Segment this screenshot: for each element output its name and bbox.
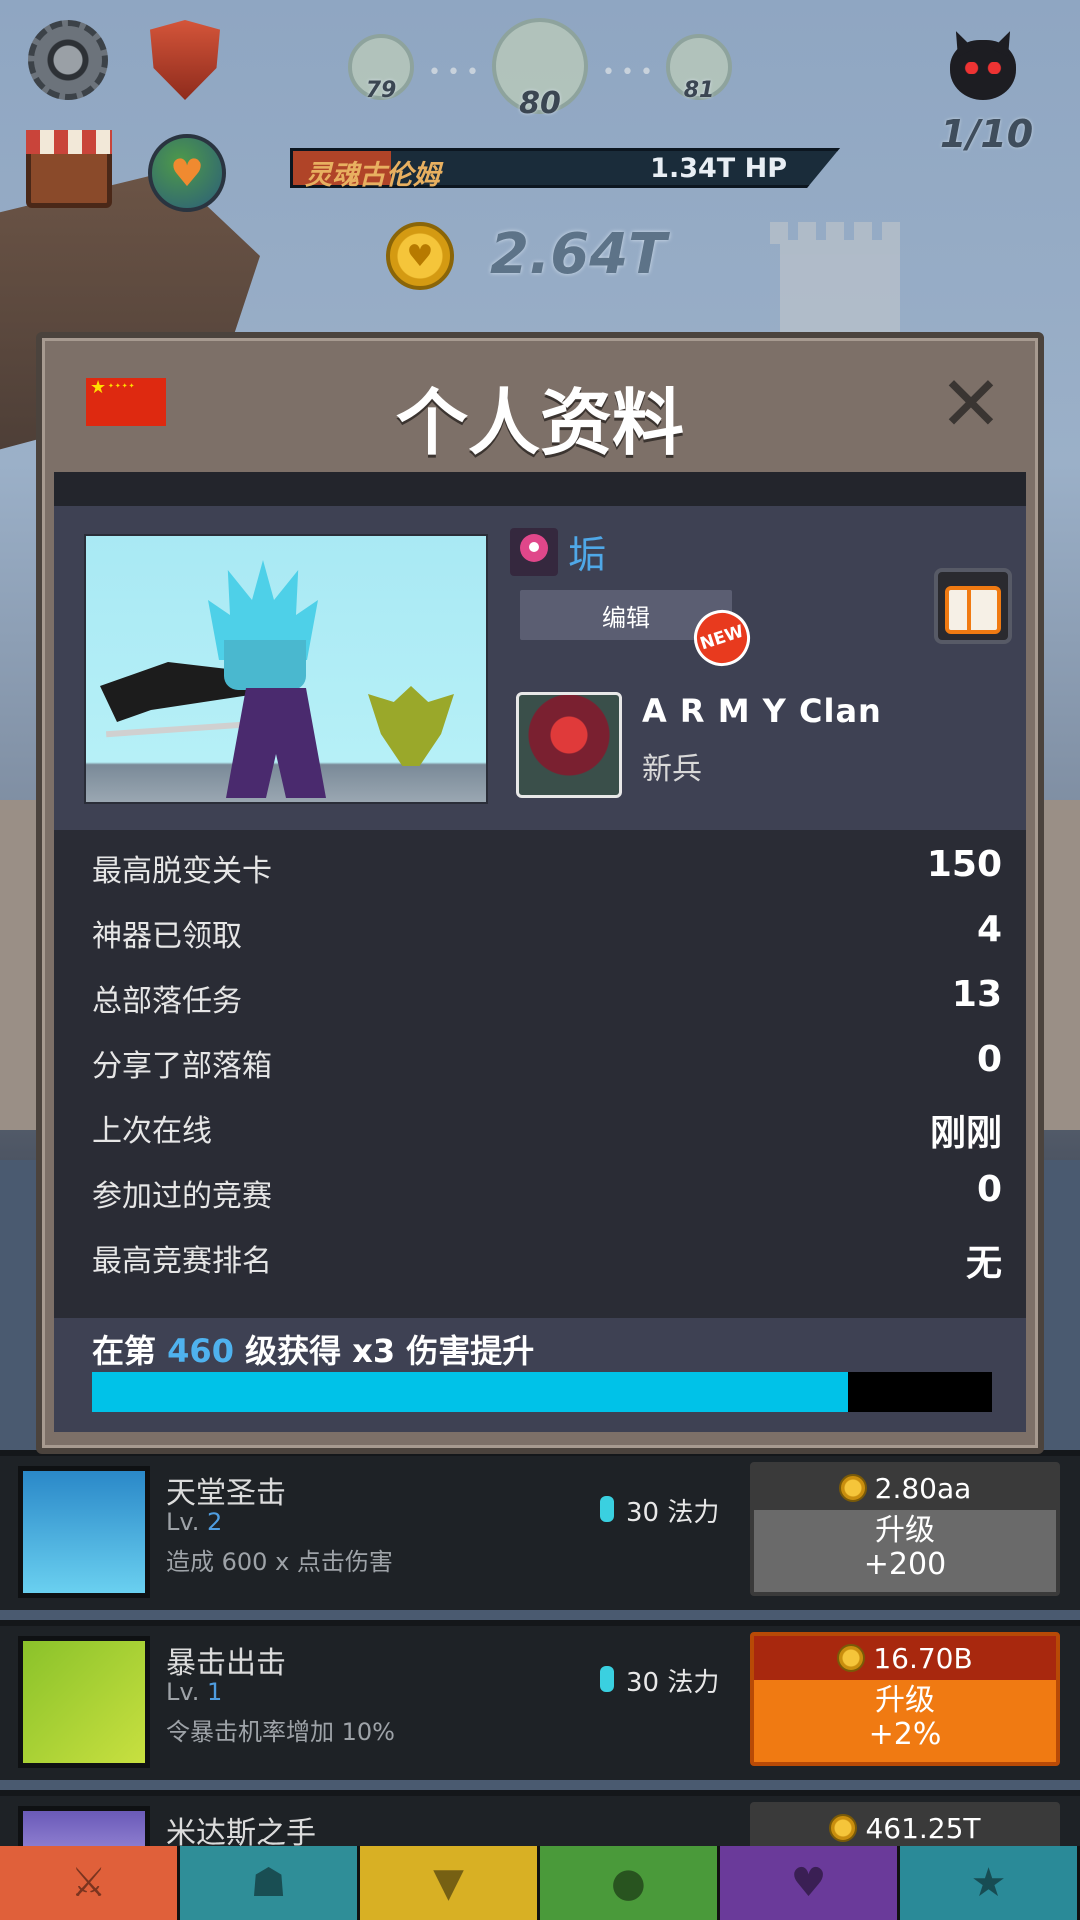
stat-row: 上次在线 刚刚 [54,1094,1026,1159]
stat-value: 13 [951,974,1002,1015]
header-strip [54,472,1026,506]
stat-row: 参加过的竞赛 0 [54,1159,1026,1224]
stat-value: 0 [976,1039,1002,1080]
close-icon[interactable]: ✕ [938,366,1004,442]
stats-list: 最高脱变关卡 150 神器已领取 4 总部落任务 13 分享了部落箱 0 上次在… [54,834,1026,1289]
stat-row: 分享了部落箱 0 [54,1029,1026,1094]
stat-label: 分享了部落箱 [92,1049,272,1084]
stat-row: 神器已领取 4 [54,899,1026,964]
stat-value: 无 [965,1243,1002,1284]
stat-label: 总部落任务 [92,984,242,1019]
stat-label: 上次在线 [92,1114,212,1149]
player-name: 垢 [568,533,607,577]
bonus-level: 460 [167,1332,234,1370]
stat-label: 最高脱变关卡 [92,854,272,889]
clan-emblem-icon[interactable] [516,692,622,798]
hero-body [226,688,326,798]
damage-bonus-panel: 在第 460 级获得 x3 伤害提升 [54,1318,1026,1432]
stat-row: 最高竞赛排名 无 [54,1224,1026,1289]
modal-title: 个人资料 [395,381,684,465]
pet-sprite [368,686,454,766]
bonus-progress-bar [92,1372,992,1412]
stat-value: 150 [926,844,1002,885]
profile-panel: 垢 编辑 NEW A R M Y Clan 新兵 [54,506,1026,830]
bonus-progress-fill [92,1372,848,1412]
stat-value: 刚刚 [929,1113,1002,1154]
stat-label: 神器已领取 [92,919,242,954]
book-icon [945,586,1001,634]
hero-avatar [84,534,488,804]
stat-label: 最高竞赛排名 [92,1244,272,1279]
stat-value: 0 [976,1169,1002,1210]
stat-row: 总部落任务 13 [54,964,1026,1029]
clan-name[interactable]: A R M Y Clan [642,692,882,730]
clan-rank: 新兵 [642,752,702,787]
book-button[interactable] [934,568,1012,644]
stat-value: 4 [976,909,1002,950]
modal-header: 个人资料 ✕ [42,338,1038,472]
stat-label: 参加过的竞赛 [92,1179,272,1214]
player-icon [510,528,558,576]
hero-head [224,640,306,690]
modal-content: 垢 编辑 NEW A R M Y Clan 新兵 最高脱变关卡 150 神器已领… [54,472,1026,1432]
profile-modal: 个人资料 ✕ 垢 编辑 NEW [36,332,1044,1454]
bonus-text: 在第 460 级获得 x3 伤害提升 [92,1332,535,1370]
stat-row: 最高脱变关卡 150 [54,834,1026,899]
modal-overlay: 个人资料 ✕ 垢 编辑 NEW [0,0,1080,1920]
hero-sword [105,720,257,738]
